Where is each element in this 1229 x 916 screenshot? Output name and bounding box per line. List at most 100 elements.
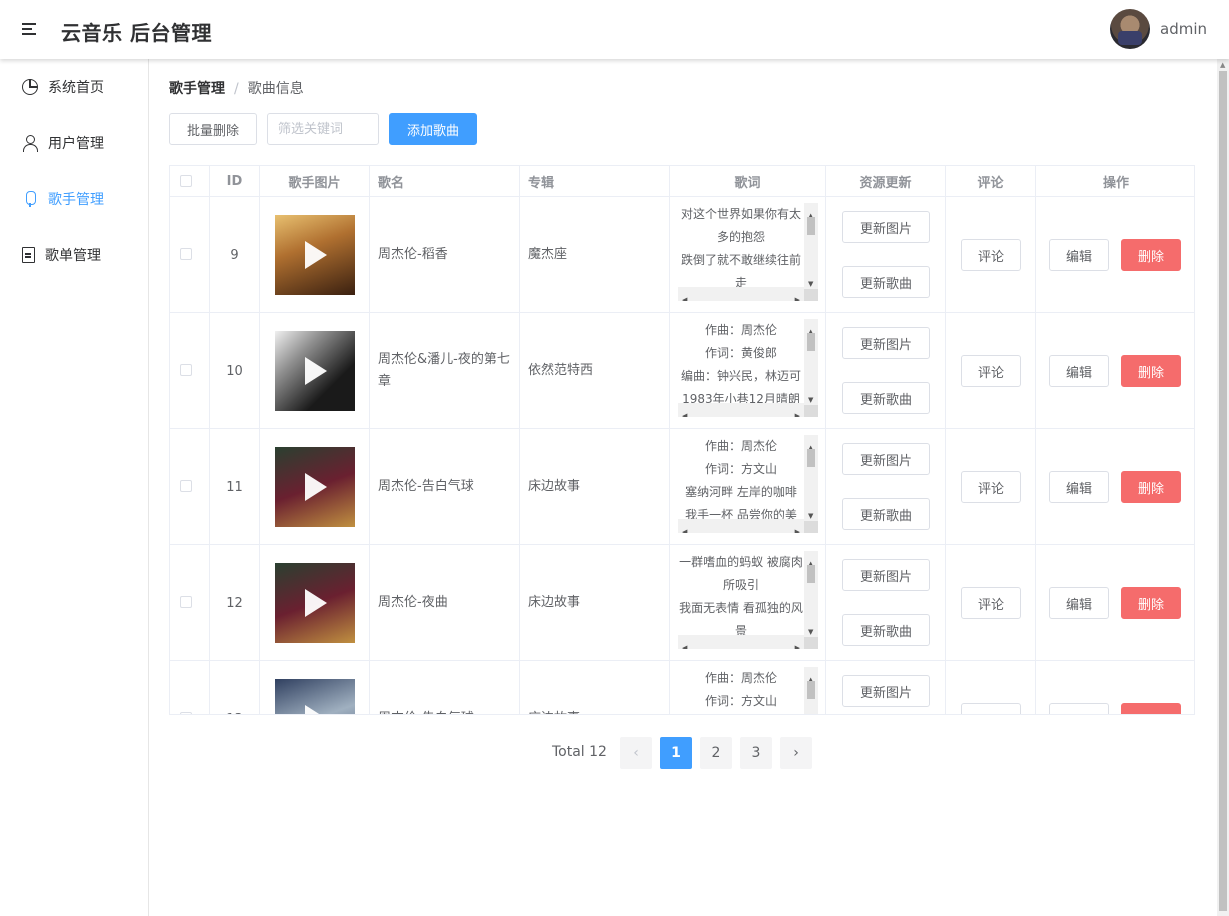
lyrics-vscroll[interactable]: ▲▼ (804, 551, 818, 637)
play-icon[interactable] (304, 589, 327, 617)
resource-cell: 更新图片更新歌曲 (826, 197, 946, 313)
singer-pic-cell (260, 197, 370, 313)
scroll-corner (804, 289, 818, 301)
album-cover[interactable] (274, 447, 355, 527)
update-pic-button[interactable]: 更新图片 (842, 211, 930, 243)
lyrics-hscroll[interactable]: ◀ ▶ (678, 635, 804, 649)
page-2-button[interactable]: 2 (700, 737, 732, 769)
edit-button[interactable]: 编辑 (1049, 587, 1109, 619)
actions-cell: 编辑删除 (1036, 429, 1194, 545)
avatar[interactable] (1110, 9, 1150, 49)
filter-input[interactable] (267, 113, 379, 145)
scroll-left-icon[interactable]: ◀ (682, 637, 687, 649)
lyrics-vscroll[interactable]: ▲▼ (804, 435, 818, 521)
menu-toggle-icon[interactable] (22, 21, 38, 37)
sidebar-item-playlists[interactable]: 歌单管理 (0, 227, 148, 283)
row-checkbox[interactable] (180, 364, 192, 376)
scroll-left-icon[interactable]: ◀ (682, 521, 687, 533)
scroll-right-icon[interactable]: ▶ (795, 405, 800, 417)
prev-page-button[interactable]: ‹ (620, 737, 652, 769)
delete-button[interactable]: 删除 (1121, 239, 1181, 271)
lyrics-text: 一群嗜血的蚂蚁 被腐肉所吸引 我面无表情 看孤独的风景 (679, 555, 803, 638)
album-cover[interactable] (274, 215, 355, 295)
album-cover[interactable] (274, 331, 355, 411)
update-pic-button[interactable]: 更新图片 (842, 675, 930, 707)
sidebar-item-users[interactable]: 用户管理 (0, 115, 148, 171)
lyrics-box[interactable]: 作曲：周杰伦 作词：方文山 ▲▼◀▶ (678, 667, 818, 714)
comment-button[interactable]: 评论 (961, 703, 1021, 714)
play-icon[interactable] (304, 705, 327, 714)
row-select-cell (170, 313, 210, 429)
lyrics-box[interactable]: 对这个世界如果你有太多的抱怨 跌倒了就不敢继续往前走 ▲ ▼ ◀ ▶ (678, 203, 818, 301)
delete-button[interactable]: 删除 (1121, 471, 1181, 503)
album-cover[interactable] (274, 679, 355, 714)
lyrics-scroll-thumb[interactable] (807, 681, 815, 699)
album-name: 床边故事 (520, 545, 670, 661)
update-song-button[interactable]: 更新歌曲 (842, 266, 930, 298)
update-song-button[interactable]: 更新歌曲 (842, 498, 930, 530)
comment-cell: 评论 (946, 661, 1036, 714)
page-1-button[interactable]: 1 (660, 737, 692, 769)
scroll-left-icon[interactable]: ◀ (682, 289, 687, 301)
lyrics-hscroll[interactable]: ◀ ▶ (678, 519, 804, 533)
scroll-left-icon[interactable]: ◀ (682, 405, 687, 417)
row-id: 9 (210, 197, 260, 313)
add-song-button[interactable]: 添加歌曲 (389, 113, 477, 145)
update-song-button[interactable]: 更新歌曲 (842, 614, 930, 646)
scroll-right-icon[interactable]: ▶ (795, 289, 800, 301)
lyrics-vscroll[interactable]: ▲▼ (804, 203, 818, 289)
lyrics-scroll-thumb[interactable] (807, 333, 815, 351)
lyrics-box[interactable]: 作曲：周杰伦 作词：黄俊郎 编曲：钟兴民，林迈可 1983年小巷12月晴朗 ▲ ▼ ◀… (678, 319, 818, 417)
comment-button[interactable]: 评论 (961, 587, 1021, 619)
main-content: 歌手管理 / 歌曲信息 批量删除 添加歌曲 ID 歌手图片 歌名 专辑 歌词 资源更… (149, 59, 1217, 916)
page-scrollbar-thumb[interactable] (1219, 71, 1227, 911)
lyrics-scroll-thumb[interactable] (807, 449, 815, 467)
lyrics-text: 对这个世界如果你有太多的抱怨 跌倒了就不敢继续往前走 (680, 207, 801, 290)
play-icon[interactable] (304, 241, 327, 269)
row-checkbox[interactable] (180, 480, 192, 492)
sidebar-item-singers[interactable]: 歌手管理 (0, 171, 148, 227)
update-pic-button[interactable]: 更新图片 (842, 443, 930, 475)
pagination: Total 12 ‹ 1 2 3 › (149, 737, 1217, 769)
user-name[interactable]: admin (1160, 20, 1207, 38)
delete-button[interactable]: 删除 (1121, 355, 1181, 387)
edit-button[interactable]: 编辑 (1049, 355, 1109, 387)
comment-button[interactable]: 评论 (961, 355, 1021, 387)
edit-button[interactable]: 编辑 (1049, 239, 1109, 271)
scroll-right-icon[interactable]: ▶ (795, 637, 800, 649)
select-all-checkbox[interactable] (180, 175, 192, 187)
row-checkbox[interactable] (180, 596, 192, 608)
lyrics-hscroll[interactable]: ◀ ▶ (678, 287, 804, 301)
update-pic-button[interactable]: 更新图片 (842, 327, 930, 359)
next-page-button[interactable]: › (780, 737, 812, 769)
lyrics-scroll-thumb[interactable] (807, 565, 815, 583)
play-icon[interactable] (304, 357, 327, 385)
edit-button[interactable]: 编辑 (1049, 471, 1109, 503)
play-icon[interactable] (304, 473, 327, 501)
edit-button[interactable]: 编辑 (1049, 703, 1109, 714)
lyrics-vscroll[interactable]: ▲▼ (804, 319, 818, 405)
comment-button[interactable]: 评论 (961, 239, 1021, 271)
delete-button[interactable]: 删除 (1121, 587, 1181, 619)
scroll-up-icon[interactable]: ▲ (1220, 61, 1225, 69)
lyrics-vscroll[interactable]: ▲▼ (804, 667, 818, 714)
comment-cell: 评论 (946, 429, 1036, 545)
actions-cell: 编辑删除 (1036, 197, 1194, 313)
page-3-button[interactable]: 3 (740, 737, 772, 769)
delete-button[interactable]: 删除 (1121, 703, 1181, 714)
page-scrollbar[interactable]: ▲ (1217, 59, 1229, 916)
scroll-right-icon[interactable]: ▶ (795, 521, 800, 533)
lyrics-hscroll[interactable]: ◀ ▶ (678, 403, 804, 417)
update-pic-button[interactable]: 更新图片 (842, 559, 930, 591)
batch-delete-button[interactable]: 批量删除 (169, 113, 257, 145)
update-song-button[interactable]: 更新歌曲 (842, 382, 930, 414)
comment-button[interactable]: 评论 (961, 471, 1021, 503)
lyrics-scroll-thumb[interactable] (807, 217, 815, 235)
row-checkbox[interactable] (180, 248, 192, 260)
breadcrumb-parent[interactable]: 歌手管理 (169, 81, 225, 97)
lyrics-box[interactable]: 作曲：周杰伦 作词：方文山 塞纳河畔 左岸的咖啡 我手一杯 品尝你的美 ▲ ▼ ◀ ▶ (678, 435, 818, 533)
sidebar-item-home[interactable]: 系统首页 (0, 59, 148, 115)
row-checkbox[interactable] (180, 712, 192, 714)
lyrics-box[interactable]: 一群嗜血的蚂蚁 被腐肉所吸引 我面无表情 看孤独的风景 ▲ ▼ ◀ ▶ (678, 551, 818, 649)
album-cover[interactable] (274, 563, 355, 643)
